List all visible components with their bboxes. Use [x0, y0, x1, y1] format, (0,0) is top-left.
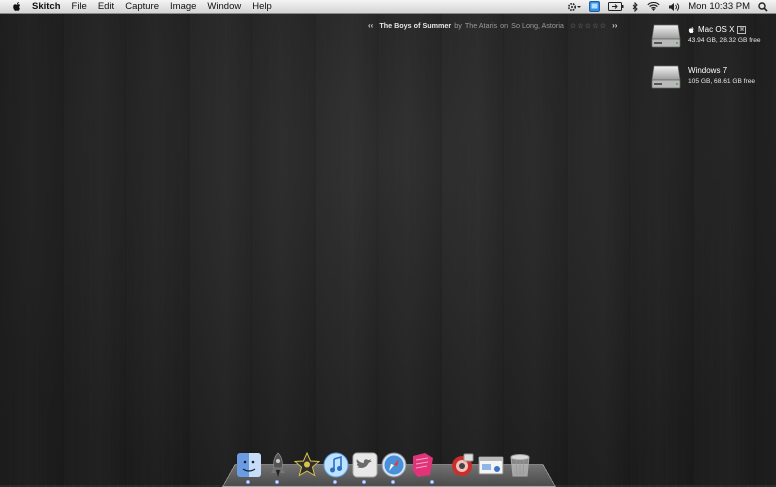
drive-name: Windows 7: [688, 66, 728, 75]
gear-icon[interactable]: [567, 2, 582, 12]
dashboard-window-icon[interactable]: [478, 452, 504, 478]
menu-window[interactable]: Window: [207, 1, 241, 12]
imovie-star-icon[interactable]: [294, 452, 320, 478]
drive-name: Mac OS X: [698, 25, 735, 34]
previous-track-icon[interactable]: ‹‹: [368, 21, 373, 30]
track-by-label: by: [454, 21, 462, 30]
menu-bar: Skitch File Edit Capture Image Window He…: [0, 0, 776, 14]
rating-stars[interactable]: ☆☆☆☆☆: [570, 21, 607, 30]
hard-drive-icon: [651, 65, 681, 89]
running-indicator: [333, 480, 337, 484]
menu-capture[interactable]: Capture: [125, 1, 159, 12]
twitter-bird-icon[interactable]: [352, 452, 378, 478]
spotlight-search-icon[interactable]: [758, 1, 768, 12]
menu-file[interactable]: File: [72, 1, 87, 12]
wifi-icon[interactable]: [647, 1, 660, 12]
running-indicator: [430, 480, 434, 484]
volume-icon[interactable]: [668, 2, 680, 12]
next-track-icon[interactable]: ››: [612, 21, 617, 30]
safari-compass-icon[interactable]: [381, 452, 407, 478]
itunes-icon[interactable]: [323, 452, 349, 478]
drive-space: 43.94 GB, 28.32 GB free: [688, 37, 761, 44]
rocket-icon[interactable]: [265, 452, 291, 478]
menu-extras: Mon 10:33 PM: [567, 0, 776, 14]
papers-icon[interactable]: [410, 452, 436, 478]
app-menu-skitch[interactable]: Skitch: [32, 1, 61, 12]
menu-clock[interactable]: Mon 10:33 PM: [688, 1, 750, 12]
track-artist: The Ataris: [464, 21, 498, 30]
track-album: So Long, Astoria: [511, 21, 564, 30]
running-indicator: [246, 480, 250, 484]
now-playing-bar: ‹‹ The Boys of Summer by The Ataris on S…: [368, 21, 642, 30]
bluetooth-icon[interactable]: [632, 1, 639, 12]
apple-menu-icon[interactable]: [10, 1, 24, 12]
menu-help[interactable]: Help: [252, 1, 272, 12]
drive-space: 105 GB, 68.61 GB free: [688, 78, 756, 85]
drive-badge: ⌘: [737, 25, 747, 34]
menu-image[interactable]: Image: [170, 1, 196, 12]
apple-logo-icon: [688, 26, 694, 33]
photo-booth-icon[interactable]: [449, 452, 475, 478]
dropbox-icon[interactable]: [589, 1, 601, 12]
trash-icon[interactable]: [507, 452, 533, 478]
running-indicator: [275, 480, 279, 484]
track-title: The Boys of Summer: [379, 21, 452, 30]
drive-mac-os-x[interactable]: Mac OS X ⌘ 43.94 GB, 28.32 GB free: [650, 19, 761, 51]
dock: [236, 446, 536, 478]
finder-icon[interactable]: [236, 452, 262, 478]
drive-windows-7[interactable]: Windows 7 105 GB, 68.61 GB free: [650, 60, 755, 92]
hard-drive-icon: [651, 24, 681, 48]
track-on-label: on: [500, 21, 509, 30]
running-indicator: [362, 480, 366, 484]
battery-icon[interactable]: [608, 2, 624, 11]
menu-edit[interactable]: Edit: [98, 1, 114, 12]
running-indicator: [391, 480, 395, 484]
